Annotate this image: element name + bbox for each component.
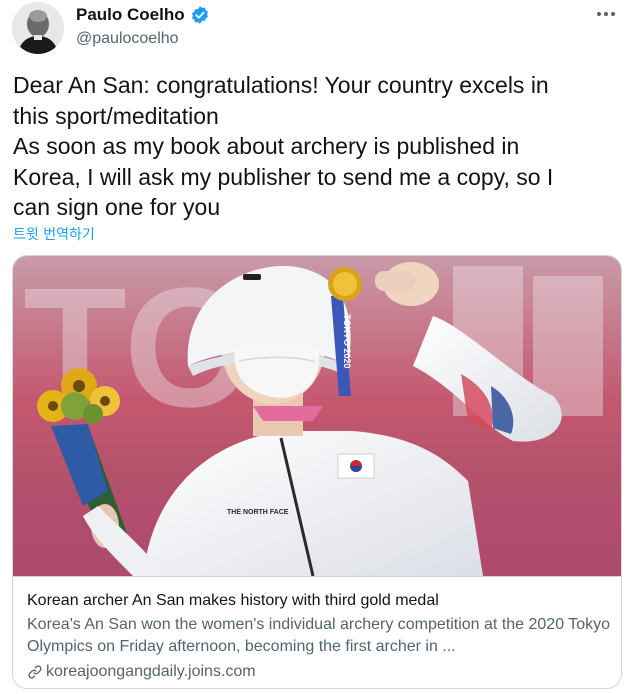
avatar-image: [12, 2, 64, 54]
verified-badge-icon: [191, 6, 208, 24]
card-title: Korean archer An San makes history with …: [27, 592, 439, 609]
card-domain-row: koreajoongangdaily.joins.com: [27, 661, 612, 683]
tweet: Paulo Coelho @paulocoelho Dear An San: c…: [0, 0, 640, 694]
link-card[interactable]: TO TOKYO 2020 THE NORTH FACE Korean arch…: [12, 255, 622, 689]
more-dots-icon[interactable]: [594, 6, 618, 22]
lanyard-text: TOKYO 2020: [342, 314, 352, 368]
card-description: Korea's An San won the women's individua…: [27, 616, 611, 655]
author-block: Paulo Coelho @paulocoelho: [76, 4, 210, 48]
lanyard-lettering: TOKYO 2020: [342, 314, 352, 368]
tweet-text: Dear An San: congratulations! Your count…: [13, 72, 554, 220]
jacket-logo-text: THE NORTH FACE: [227, 509, 289, 516]
card-body: Korean archer An San makes history with …: [27, 590, 612, 683]
card-image: TO TOKYO 2020 THE NORTH FACE: [13, 256, 621, 576]
card-divider: [13, 576, 621, 577]
card-domain: koreajoongangdaily.joins.com: [46, 663, 256, 680]
link-icon: [28, 665, 42, 679]
author-name-row: Paulo Coelho: [76, 4, 210, 26]
avatar[interactable]: [12, 2, 64, 54]
jacket-logo: THE NORTH FACE: [227, 509, 289, 516]
translate-tweet-link[interactable]: 트윗 번역하기: [13, 224, 95, 244]
author-name[interactable]: Paulo Coelho: [76, 5, 185, 25]
author-handle[interactable]: @paulocoelho: [76, 30, 210, 48]
